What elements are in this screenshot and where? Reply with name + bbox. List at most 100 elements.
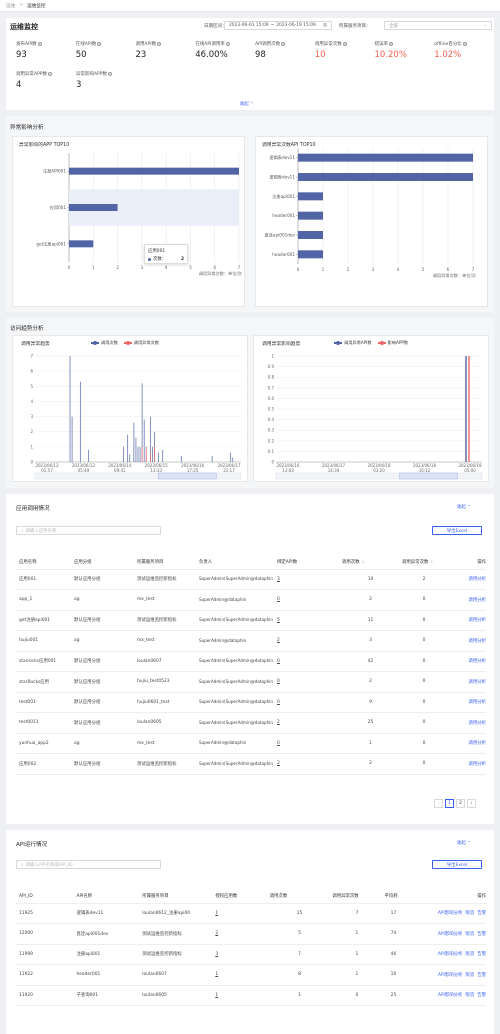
column-header-label: 应用分组	[74, 560, 92, 566]
call-analysis-link[interactable]: 调用分析	[468, 721, 486, 726]
bound-api-count-link[interactable]: 0	[277, 741, 280, 746]
table-header-row: 应用名称 应用分组 所属服务项目 负责人 绑定API数 调用次数 ⇅ 调用异常次数 ⇅ 操作	[16, 556, 486, 570]
call-analysis-link[interactable]: 调用分析	[468, 577, 486, 582]
table-cell[interactable]: 3	[212, 944, 267, 965]
metric-label-text: 调用API数	[135, 42, 157, 47]
cell-text: 5	[298, 931, 301, 937]
table-cell[interactable]: 2	[274, 753, 339, 775]
help-icon[interactable]: ?	[97, 42, 102, 46]
authorized-apps-link[interactable]: 2	[215, 931, 218, 936]
table-cell[interactable]: 0	[274, 589, 339, 611]
cell-text: mx_test	[137, 740, 155, 746]
api-impact-analysis-link[interactable]: API影响分析	[438, 952, 463, 957]
help-icon[interactable]: ?	[281, 42, 286, 46]
help-icon[interactable]: ?	[225, 42, 230, 46]
table-cell[interactable]: 2	[274, 630, 339, 652]
call-analysis-link[interactable]: 调用分析	[468, 659, 486, 664]
collapse-overview-button[interactable]: 收起 ⌃	[240, 101, 254, 107]
bound-api-count-link[interactable]: 0	[277, 659, 280, 664]
app-call-collapse-button[interactable]: 收起 ⌃	[457, 504, 471, 510]
api-impact-analysis-link[interactable]: API影响分析	[438, 932, 463, 937]
help-icon[interactable]: ?	[342, 42, 347, 46]
rate-limit-link[interactable]: 限流	[465, 932, 474, 937]
help-icon[interactable]: ?	[48, 72, 53, 76]
metric-value: 10	[314, 50, 326, 60]
metric-value: 98	[255, 50, 266, 60]
page-1-button[interactable]: 1	[445, 799, 454, 808]
help-icon[interactable]: ?	[389, 42, 393, 46]
metric-item: offline百分比? 1.02%	[434, 41, 494, 60]
api-export-excel-button[interactable]: 导出Excel	[432, 860, 482, 869]
table-cell[interactable]: 0	[274, 733, 339, 754]
alert-link[interactable]: 告警	[477, 952, 486, 957]
table-cell[interactable]: 3	[274, 569, 339, 590]
table-cell[interactable]: 2	[212, 923, 267, 945]
help-icon[interactable]: ?	[108, 72, 113, 76]
authorized-apps-link[interactable]: 1	[215, 972, 218, 977]
api-search-input[interactable]: ⌕ 请输入API名称或API_ID	[16, 860, 161, 869]
authorized-apps-link[interactable]: 1	[215, 993, 218, 998]
table-cell[interactable]: 2	[274, 712, 339, 734]
chart-tooltip: 应用001 次数： 2	[144, 244, 188, 264]
table-cell[interactable]: 0	[274, 651, 339, 672]
table-cell: 0	[399, 630, 446, 652]
cell-text: 0	[422, 761, 426, 767]
y-tick-label: header001	[272, 252, 295, 257]
call-analysis-link[interactable]: 调用分析	[468, 639, 486, 644]
rate-limit-link[interactable]: 限流	[465, 993, 474, 998]
call-analysis-link[interactable]: 调用分析	[468, 700, 486, 705]
bound-api-count-link[interactable]: 2	[277, 638, 280, 643]
column-header[interactable]: 调用次数 ⇅	[339, 556, 399, 570]
alert-link[interactable]: 告警	[477, 911, 486, 916]
help-icon[interactable]: ?	[157, 42, 162, 46]
help-icon[interactable]: ?	[462, 42, 467, 46]
bound-api-count-link[interactable]: 0	[277, 597, 280, 602]
call-analysis-link[interactable]: 调用分析	[468, 598, 486, 603]
date-range-picker[interactable]: 2023-06-01 15:09 ~ 2023-06-19 15:09 ▦	[224, 21, 332, 30]
call-analysis-link[interactable]: 调用分析	[468, 618, 486, 623]
bound-api-count-link[interactable]: 0	[277, 700, 280, 705]
breadcrumb-parent[interactable]: 运维	[6, 3, 15, 9]
help-icon[interactable]: ?	[37, 42, 42, 46]
table-cell[interactable]: 1	[212, 903, 267, 924]
alert-link[interactable]: 告警	[477, 932, 486, 937]
api-impact-analysis-link[interactable]: API影响分析	[438, 973, 463, 978]
rate-limit-link[interactable]: 限流	[465, 952, 474, 957]
table-cell[interactable]: 1	[212, 964, 267, 986]
alert-link[interactable]: 告警	[477, 973, 486, 978]
call-analysis-link[interactable]: 调用分析	[468, 680, 486, 685]
app-call-table: 应用名称 应用分组 所属服务项目 负责人 绑定API数 调用次数 ⇅ 调用异常次数 ⇅ 操作 应用…	[16, 556, 486, 775]
api-impact-analysis-link[interactable]: API影响分析	[438, 993, 463, 998]
table-cell[interactable]: 5	[274, 610, 339, 631]
table-cell: 调用分析	[446, 589, 486, 611]
project-select[interactable]: 全部 ⌄	[384, 21, 492, 30]
sort-icon[interactable]: ⇅	[362, 560, 365, 564]
call-analysis-link[interactable]: 调用分析	[468, 762, 486, 767]
rate-limit-link[interactable]: 限流	[465, 973, 474, 978]
bound-api-count-link[interactable]: 2	[277, 761, 280, 766]
table-cell[interactable]: 0	[274, 671, 339, 693]
bound-api-count-link[interactable]: 2	[277, 720, 280, 725]
rate-limit-link[interactable]: 限流	[465, 911, 474, 916]
next-page-button[interactable]: ›	[467, 799, 476, 808]
bound-api-count-link[interactable]: 0	[277, 679, 280, 684]
app-search-input[interactable]: ⌕ 请输入应用名称	[16, 526, 161, 535]
table-cell[interactable]: 0	[274, 692, 339, 713]
authorized-apps-link[interactable]: 3	[215, 952, 218, 957]
alert-link[interactable]: 告警	[477, 993, 486, 998]
table-cell: loulan0605	[134, 712, 196, 734]
app-export-excel-button[interactable]: 导出Excel	[432, 526, 482, 535]
bound-api-count-link[interactable]: 3	[277, 577, 280, 582]
page-2-button[interactable]: 2	[456, 799, 465, 808]
exception-section-title: 异常影响分析	[10, 125, 44, 131]
table-cell: 1	[329, 944, 382, 965]
table-cell[interactable]: 1	[212, 985, 267, 1006]
call-analysis-link[interactable]: 调用分析	[468, 741, 486, 746]
api-run-collapse-button[interactable]: 收起 ⌃	[457, 840, 471, 846]
authorized-apps-link[interactable]: 1	[215, 911, 218, 916]
api-impact-analysis-link[interactable]: API影响分析	[438, 911, 463, 916]
prev-page-button[interactable]: ‹	[434, 799, 443, 808]
column-header[interactable]: 调用异常次数 ⇅	[399, 556, 446, 570]
sort-icon[interactable]: ⇅	[430, 560, 433, 564]
bound-api-count-link[interactable]: 5	[277, 618, 280, 623]
